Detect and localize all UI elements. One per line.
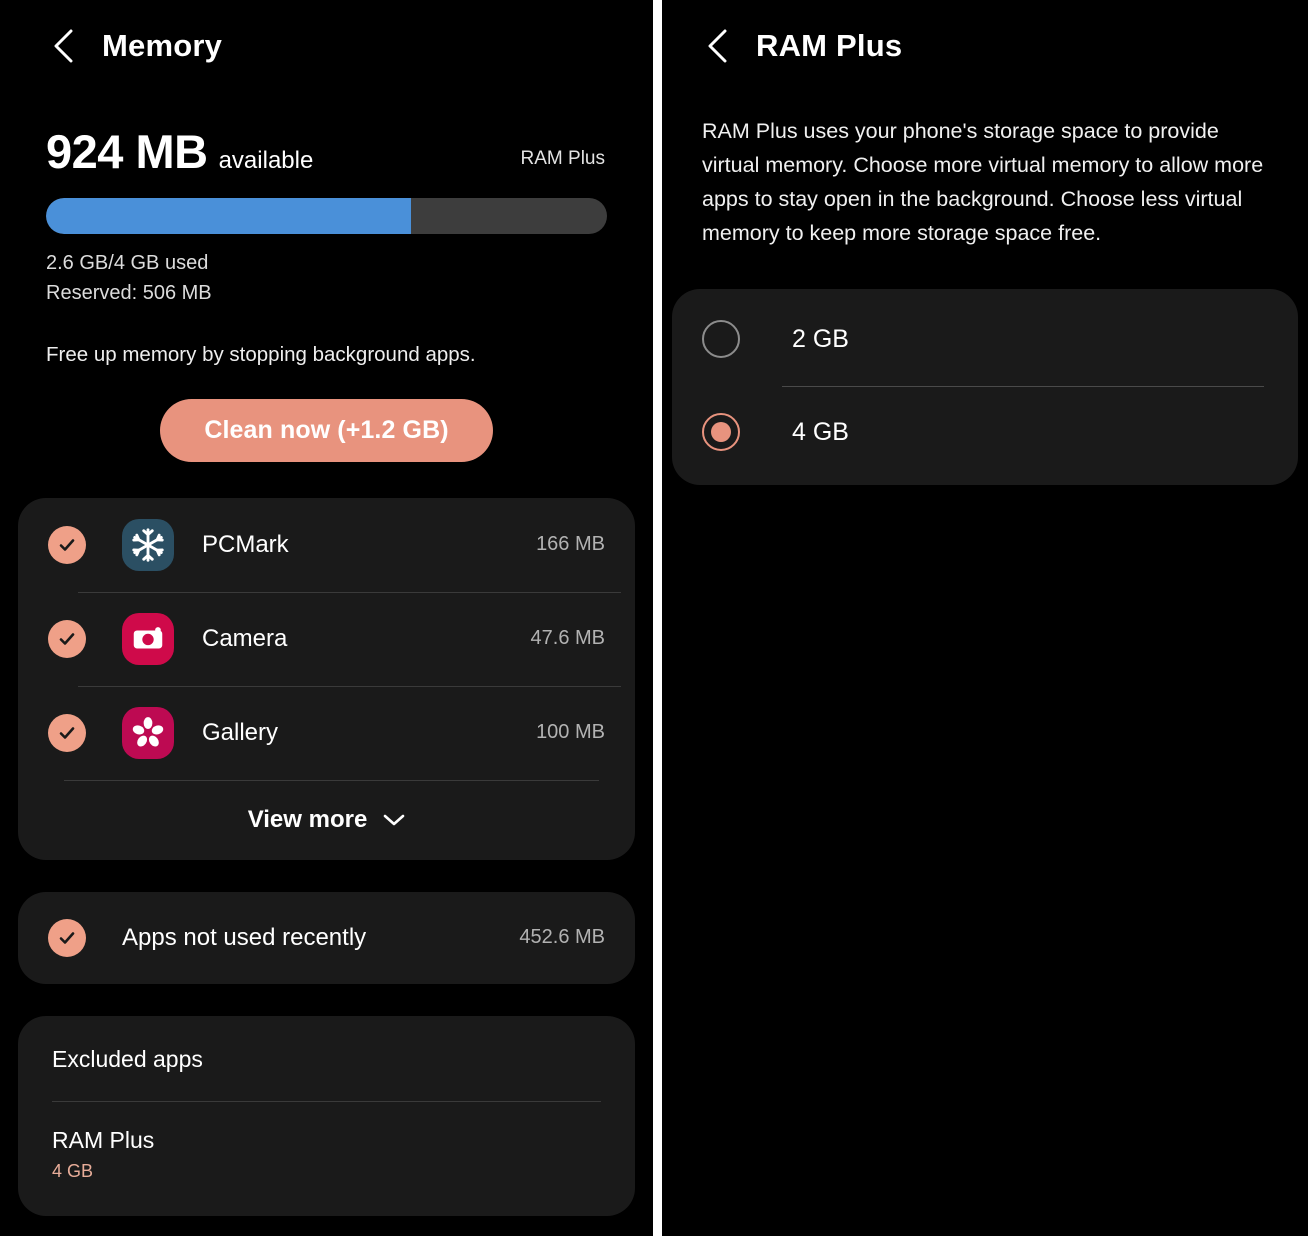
- free-up-hint: Free up memory by stopping background ap…: [46, 342, 476, 366]
- chevron-left-icon[interactable]: [46, 29, 80, 63]
- available-group: 924 MB available: [46, 128, 313, 175]
- clean-now-button[interactable]: Clean now (+1.2 GB): [160, 398, 493, 462]
- radio-dot: [711, 422, 731, 443]
- ram-plus-option-2gb[interactable]: 2 GB: [672, 293, 1298, 386]
- memory-header: Memory: [0, 0, 653, 92]
- memory-progress-fill: [46, 198, 411, 234]
- chevron-down-icon: [383, 813, 405, 827]
- ram-plus-header: RAM Plus: [662, 0, 1308, 92]
- radio-selected-icon[interactable]: [702, 413, 740, 452]
- table-row[interactable]: Gallery 100 MB: [18, 685, 635, 780]
- check-icon[interactable]: [48, 525, 86, 564]
- apps-not-used-card[interactable]: Apps not used recently 452.6 MB: [18, 891, 635, 984]
- ram-plus-tag: RAM Plus: [520, 148, 605, 169]
- app-size: 100 MB: [536, 721, 605, 744]
- ram-plus-options-card: 2 GB 4 GB: [672, 288, 1298, 485]
- app-size: 166 MB: [536, 533, 605, 556]
- view-more-button[interactable]: View more: [18, 779, 635, 860]
- app-name: Camera: [202, 624, 288, 652]
- ram-plus-setting-row[interactable]: RAM Plus 4 GB: [18, 1100, 635, 1216]
- table-row[interactable]: PCMark 166 MB: [18, 498, 635, 592]
- ram-plus-option-4gb[interactable]: 4 GB: [672, 385, 1298, 479]
- settings-card: Excluded apps RAM Plus 4 GB: [18, 1015, 635, 1216]
- excluded-apps-label: Excluded apps: [52, 1045, 203, 1072]
- background-apps-card: PCMark 166 MB Camera 47.6 MB Gallery 100…: [18, 497, 635, 860]
- usage-reserved-text: Reserved: 506 MB: [46, 282, 212, 305]
- apps-not-used-row[interactable]: Apps not used recently 452.6 MB: [18, 892, 635, 984]
- ram-plus-screen: RAM Plus RAM Plus uses your phone's stor…: [662, 0, 1308, 1236]
- memory-screen: Memory 924 MB available RAM Plus 2.6 GB/…: [0, 0, 653, 1236]
- ram-plus-setting-label: RAM Plus: [52, 1126, 155, 1153]
- view-more-label: View more: [247, 805, 368, 833]
- memory-progress-bar: [46, 198, 607, 234]
- page-title: Memory: [102, 28, 223, 63]
- page-title: RAM Plus: [756, 28, 903, 63]
- excluded-apps-row[interactable]: Excluded apps: [18, 1016, 635, 1101]
- camera-icon: [122, 612, 174, 665]
- memory-summary-row: 924 MB available RAM Plus: [46, 128, 607, 175]
- app-name: Gallery: [202, 718, 279, 746]
- dual-screenshot-container: Memory 924 MB available RAM Plus 2.6 GB/…: [0, 0, 1308, 1236]
- radio-unselected-icon[interactable]: [702, 320, 740, 359]
- ram-plus-option-label: 4 GB: [792, 417, 849, 446]
- ram-plus-setting-value: 4 GB: [52, 1160, 94, 1181]
- available-amount: 924 MB: [46, 125, 208, 178]
- snowflake-icon: [122, 518, 174, 571]
- check-icon[interactable]: [48, 619, 86, 658]
- app-name: PCMark: [202, 530, 289, 558]
- usage-lines: 2.6 GB/4 GB used Reserved: 506 MB: [46, 248, 607, 309]
- apps-not-used-label: Apps not used recently: [122, 923, 367, 951]
- check-icon[interactable]: [48, 713, 86, 752]
- flower-icon: [122, 706, 174, 759]
- ram-plus-option-label: 2 GB: [792, 324, 849, 353]
- chevron-left-icon[interactable]: [700, 29, 734, 63]
- memory-summary: 924 MB available RAM Plus 2.6 GB/4 GB us…: [0, 128, 653, 462]
- check-icon[interactable]: [48, 918, 86, 957]
- app-size: 47.6 MB: [530, 627, 605, 650]
- available-label: available: [218, 147, 314, 174]
- usage-used-text: 2.6 GB/4 GB used: [46, 252, 209, 274]
- ram-plus-description: RAM Plus uses your phone's storage space…: [702, 119, 1264, 245]
- apps-not-used-size: 452.6 MB: [519, 926, 605, 949]
- clean-now-wrapper: Clean now (+1.2 GB): [46, 398, 607, 462]
- table-row[interactable]: Camera 47.6 MB: [18, 591, 635, 686]
- screen-divider: [653, 0, 662, 1236]
